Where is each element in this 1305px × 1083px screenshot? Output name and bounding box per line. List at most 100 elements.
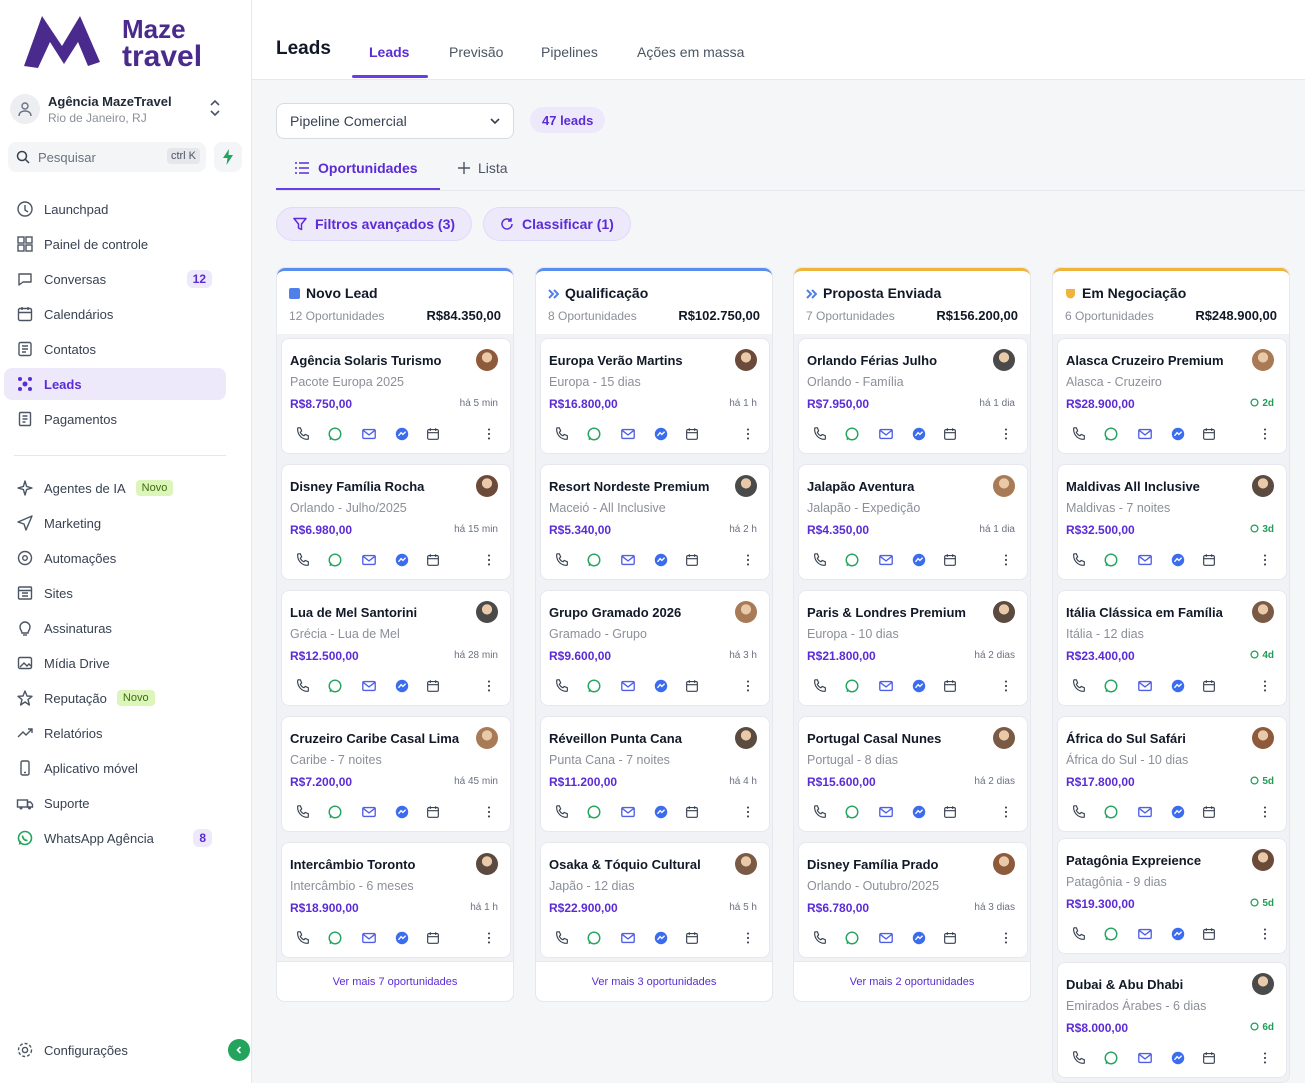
more-options-button[interactable] <box>997 803 1015 821</box>
calendar-button[interactable] <box>941 551 959 569</box>
maze-travel-logo[interactable]: Maze travel <box>22 10 212 72</box>
whatsapp-button[interactable] <box>585 677 603 695</box>
lead-name[interactable]: Réveillon Punta Cana <box>549 731 682 746</box>
lead-card[interactable]: Orlando Férias Julho Orlando - Família R$7… <box>798 338 1028 454</box>
sidebar-item-agentes-de-ia[interactable]: Agentes de IA Novo <box>4 472 226 504</box>
contact-avatar[interactable] <box>735 349 757 371</box>
calendar-button[interactable] <box>1200 1049 1218 1067</box>
email-button[interactable] <box>877 551 895 569</box>
more-options-button[interactable] <box>1256 677 1274 695</box>
lead-name[interactable]: Maldivas All Inclusive <box>1066 479 1200 494</box>
more-options-button[interactable] <box>739 677 757 695</box>
messenger-button[interactable] <box>393 425 411 443</box>
sidebar-item-reputacao[interactable]: Reputação Novo <box>4 682 226 714</box>
email-button[interactable] <box>360 677 378 695</box>
lead-card[interactable]: Agência Solaris Turismo Pacote Europa 202… <box>281 338 511 454</box>
whatsapp-button[interactable] <box>843 677 861 695</box>
lead-name[interactable]: África do Sul Safári <box>1066 731 1186 746</box>
contact-avatar[interactable] <box>1252 349 1274 371</box>
sidebar-item-relatorios[interactable]: Relatórios <box>4 717 226 749</box>
sidebar-item-leads[interactable]: Leads <box>4 368 226 400</box>
lead-name[interactable]: Europa Verão Martins <box>549 353 683 368</box>
email-button[interactable] <box>877 803 895 821</box>
advanced-filters-button[interactable]: Filtros avançados (3) <box>276 207 473 241</box>
messenger-button[interactable] <box>393 677 411 695</box>
lead-name[interactable]: Osaka & Tóquio Cultural <box>549 857 701 872</box>
lead-name[interactable]: Patagônia Expreience <box>1066 853 1201 868</box>
email-button[interactable] <box>619 551 637 569</box>
contact-avatar[interactable] <box>735 601 757 623</box>
sidebar-item-midia-drive[interactable]: Mídia Drive <box>4 647 226 679</box>
calendar-button[interactable] <box>683 677 701 695</box>
contact-avatar[interactable] <box>1252 475 1274 497</box>
calendar-button[interactable] <box>941 677 959 695</box>
lead-card[interactable]: Lua de Mel Santorini Grécia - Lua de Mel R… <box>281 590 511 706</box>
more-options-button[interactable] <box>997 677 1015 695</box>
phone-button[interactable] <box>294 803 312 821</box>
lead-card[interactable]: Patagônia Expreience Patagônia - 9 dias R$… <box>1057 838 1287 954</box>
more-options-button[interactable] <box>997 929 1015 947</box>
messenger-button[interactable] <box>910 551 928 569</box>
contact-avatar[interactable] <box>476 475 498 497</box>
messenger-button[interactable] <box>910 677 928 695</box>
tab-pipelines[interactable]: Pipelines <box>541 44 598 60</box>
lead-name[interactable]: Lua de Mel Santorini <box>290 605 417 620</box>
phone-button[interactable] <box>1070 803 1088 821</box>
lead-card[interactable]: Réveillon Punta Cana Punta Cana - 7 noite… <box>540 716 770 832</box>
pipeline-select[interactable]: Pipeline Comercial <box>276 103 514 139</box>
phone-button[interactable] <box>1070 551 1088 569</box>
contact-avatar[interactable] <box>735 853 757 875</box>
calendar-button[interactable] <box>683 929 701 947</box>
lead-name[interactable]: Dubai & Abu Dhabi <box>1066 977 1183 992</box>
calendar-button[interactable] <box>1200 677 1218 695</box>
whatsapp-button[interactable] <box>843 425 861 443</box>
more-options-button[interactable] <box>739 929 757 947</box>
calendar-button[interactable] <box>424 677 442 695</box>
collapse-sidebar-button[interactable] <box>228 1039 250 1061</box>
messenger-button[interactable] <box>652 929 670 947</box>
quick-action-button[interactable] <box>214 142 242 172</box>
settings-link[interactable]: Configurações <box>4 1034 250 1066</box>
contact-avatar[interactable] <box>993 475 1015 497</box>
whatsapp-button[interactable] <box>1102 803 1120 821</box>
lead-card[interactable]: Alasca Cruzeiro Premium Alasca - Cruzeiro… <box>1057 338 1287 454</box>
phone-button[interactable] <box>294 677 312 695</box>
phone-button[interactable] <box>294 929 312 947</box>
email-button[interactable] <box>360 551 378 569</box>
sidebar-item-assinaturas[interactable]: Assinaturas <box>4 612 226 644</box>
lead-name[interactable]: Jalapão Aventura <box>807 479 914 494</box>
phone-button[interactable] <box>553 425 571 443</box>
phone-button[interactable] <box>294 425 312 443</box>
messenger-button[interactable] <box>1169 803 1187 821</box>
email-button[interactable] <box>360 929 378 947</box>
email-button[interactable] <box>1136 925 1154 943</box>
sidebar-item-automacoes[interactable]: Automações <box>4 542 226 574</box>
more-options-button[interactable] <box>480 425 498 443</box>
email-button[interactable] <box>877 929 895 947</box>
sidebar-item-aplicativo-movel[interactable]: Aplicativo móvel <box>4 752 226 784</box>
add-list-button[interactable]: Lista <box>458 160 508 176</box>
tab-previsao[interactable]: Previsão <box>449 44 503 60</box>
phone-button[interactable] <box>811 677 829 695</box>
lead-card[interactable]: Jalapão Aventura Jalapão - Expedição R$4.3… <box>798 464 1028 580</box>
calendar-button[interactable] <box>424 929 442 947</box>
contact-avatar[interactable] <box>1252 727 1274 749</box>
see-more-link[interactable]: Ver mais 2 oportunidades <box>794 961 1030 1001</box>
messenger-button[interactable] <box>1169 677 1187 695</box>
sidebar-item-conversas[interactable]: Conversas 12 <box>4 263 226 295</box>
calendar-button[interactable] <box>683 803 701 821</box>
whatsapp-button[interactable] <box>1102 1049 1120 1067</box>
phone-button[interactable] <box>811 551 829 569</box>
whatsapp-button[interactable] <box>585 425 603 443</box>
more-options-button[interactable] <box>739 551 757 569</box>
whatsapp-button[interactable] <box>326 677 344 695</box>
calendar-button[interactable] <box>941 803 959 821</box>
email-button[interactable] <box>619 677 637 695</box>
lead-name[interactable]: Agência Solaris Turismo <box>290 353 441 368</box>
lead-card[interactable]: África do Sul Safári África do Sul - 10 d… <box>1057 716 1287 832</box>
contact-avatar[interactable] <box>476 727 498 749</box>
whatsapp-button[interactable] <box>1102 677 1120 695</box>
calendar-button[interactable] <box>424 425 442 443</box>
contact-avatar[interactable] <box>476 601 498 623</box>
calendar-button[interactable] <box>683 551 701 569</box>
